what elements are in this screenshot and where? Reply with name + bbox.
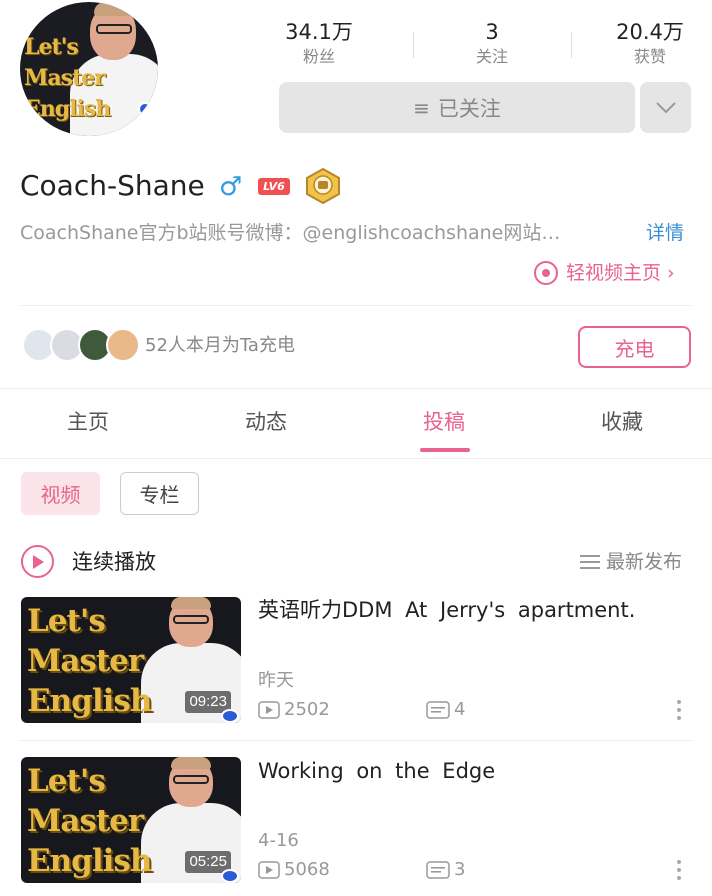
video-danmaku-count: 3 — [454, 859, 466, 880]
stat-divider — [571, 32, 572, 58]
level-badge: LV6 — [258, 178, 290, 195]
play-triangle-icon — [32, 554, 44, 569]
filter-column[interactable]: 专栏 — [120, 472, 199, 515]
light-video-icon — [534, 261, 558, 285]
flag-badge-icon — [138, 102, 152, 116]
filter-video[interactable]: 视频 — [21, 472, 100, 515]
thumb-hair — [171, 757, 211, 769]
thumb-logo-line: Let's — [27, 763, 106, 799]
tab-favorites[interactable]: 收藏 — [601, 406, 643, 438]
avatar-logo-line: Let's — [24, 34, 79, 60]
stat-likes-label: 获赞 — [633, 47, 666, 66]
male-icon: ♂ — [219, 172, 243, 202]
chevron-down-icon — [655, 101, 676, 113]
thumb-logo-line: English — [27, 683, 152, 719]
stat-likes[interactable]: 20.4万 获赞 — [575, 18, 712, 68]
tab-submissions[interactable]: 投稿 — [423, 406, 465, 438]
continuous-play-label[interactable]: 连续播放 — [72, 546, 156, 578]
thumb-logo: Let's Master English — [27, 601, 152, 721]
charge-button[interactable]: 充电 — [578, 326, 691, 368]
more-options-icon[interactable] — [668, 695, 690, 725]
detail-link[interactable]: 详情 — [646, 218, 684, 248]
avatar-logo-line: English — [24, 96, 111, 122]
flag-badge-icon — [221, 869, 239, 883]
menu-lines-icon: ≡ — [413, 95, 430, 120]
video-plays-count: 5068 — [284, 859, 330, 880]
tab-home[interactable]: 主页 — [67, 406, 109, 438]
divider — [0, 458, 712, 459]
thumb-logo-line: Master — [27, 643, 144, 679]
divider — [20, 740, 692, 741]
stat-likes-value: 20.4万 — [616, 20, 684, 44]
play-icon[interactable] — [21, 545, 54, 578]
video-title[interactable]: Working on the Edge — [258, 755, 688, 787]
avatar-hair — [94, 2, 132, 16]
stat-divider — [413, 32, 414, 58]
video-plays-count: 2502 — [284, 699, 330, 720]
thumb-logo-line: English — [27, 843, 152, 879]
video-plays: 2502 — [258, 697, 330, 723]
stat-following-value: 3 — [485, 20, 499, 44]
avatar[interactable]: Let's Master English — [20, 2, 158, 136]
avatar-logo-line: Master — [24, 65, 106, 91]
active-tab-indicator — [420, 448, 470, 452]
video-date: 4-16 — [258, 830, 299, 851]
video-title[interactable]: 英语听力DDM At Jerry's apartment. — [258, 594, 688, 626]
thumb-logo-line: Let's — [27, 603, 106, 639]
play-count-icon — [258, 861, 280, 879]
divider — [20, 305, 692, 306]
play-count-icon — [258, 701, 280, 719]
video-thumbnail[interactable]: Let's Master English 05:25 — [21, 757, 241, 883]
thumb-hair — [171, 597, 211, 609]
light-video-link[interactable]: 轻视频主页 › — [534, 258, 675, 288]
more-options-icon[interactable] — [668, 855, 690, 885]
charge-count-text: 52人本月为Ta充电 — [145, 335, 295, 356]
stat-following[interactable]: 3 关注 — [417, 18, 567, 68]
video-danmaku: 4 — [426, 697, 465, 723]
sort-button[interactable]: 最新发布 — [580, 548, 682, 576]
divider — [0, 388, 712, 389]
stat-following-label: 关注 — [475, 47, 508, 66]
stat-fans[interactable]: 34.1万 粉丝 — [244, 18, 394, 68]
sort-label: 最新发布 — [606, 551, 683, 573]
medal-badge-icon[interactable] — [305, 168, 341, 204]
thumb-logo-line: Master — [27, 803, 144, 839]
stat-fans-value: 34.1万 — [285, 20, 353, 44]
danmaku-icon — [426, 861, 450, 879]
stat-fans-label: 粉丝 — [302, 47, 335, 66]
avatar-logo: Let's Master English — [24, 32, 111, 125]
video-danmaku: 3 — [426, 857, 465, 883]
thumb-glasses — [173, 615, 209, 624]
followed-button[interactable]: ≡ 已关注 — [279, 82, 635, 133]
list-icon — [580, 555, 600, 569]
flag-badge-icon — [221, 709, 239, 723]
video-plays: 5068 — [258, 857, 330, 883]
thumb-glasses — [173, 775, 209, 784]
light-video-label: 轻视频主页 › — [566, 262, 675, 284]
tab-dynamics[interactable]: 动态 — [245, 406, 287, 438]
video-thumbnail[interactable]: Let's Master English 09:23 — [21, 597, 241, 723]
followed-label: 已关注 — [437, 96, 501, 121]
video-date: 昨天 — [258, 670, 294, 691]
video-danmaku-count: 4 — [454, 699, 466, 720]
bio-text: CoachShane官方b站账号微博：@englishcoachshane网站… — [20, 222, 561, 244]
follow-dropdown-button[interactable] — [640, 82, 691, 133]
thumb-logo: Let's Master English — [27, 761, 152, 881]
danmaku-icon — [426, 701, 450, 719]
charger-avatar — [106, 328, 140, 362]
username: Coach-Shane — [20, 169, 205, 202]
